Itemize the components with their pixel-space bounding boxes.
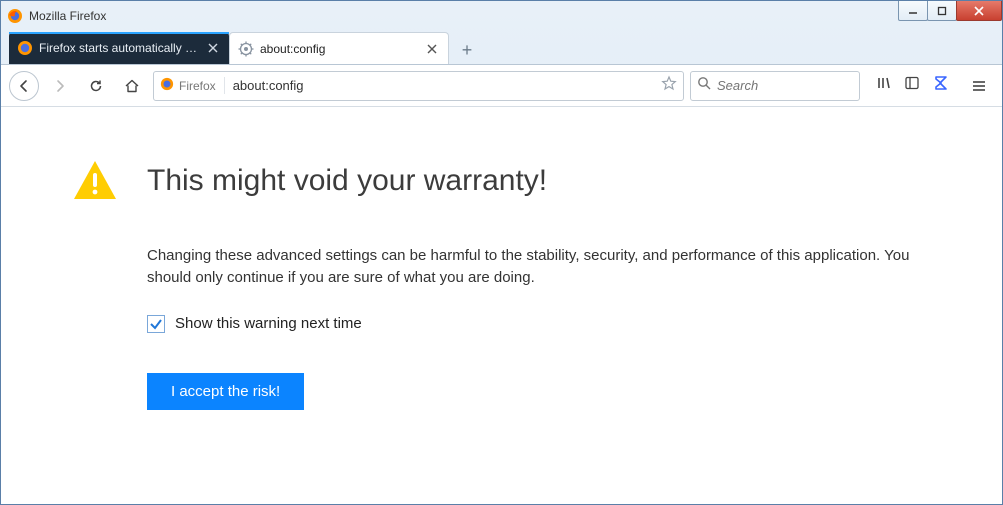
accept-risk-button[interactable]: I accept the risk! xyxy=(147,373,304,410)
toolbar-actions xyxy=(876,74,950,97)
app-menu-button[interactable] xyxy=(964,71,994,101)
firefox-app-icon xyxy=(7,8,23,24)
gear-favicon-icon xyxy=(238,41,254,57)
search-icon xyxy=(697,76,711,95)
tab-strip: Firefox starts automatically when about:… xyxy=(1,31,1002,65)
warning-triangle-icon xyxy=(71,157,119,205)
back-button[interactable] xyxy=(9,71,39,101)
url-input[interactable] xyxy=(233,78,653,93)
checkmark-icon xyxy=(149,317,163,331)
sidebar-icon[interactable] xyxy=(904,75,920,96)
warning-body-text: Changing these advanced settings can be … xyxy=(147,245,927,289)
window-title: Mozilla Firefox xyxy=(29,9,106,23)
firefox-window: Mozilla Firefox Firefox starts automatic… xyxy=(0,0,1003,505)
firefox-favicon-icon xyxy=(17,40,33,56)
show-warning-checkbox[interactable]: Show this warning next time xyxy=(147,315,927,333)
site-identity[interactable]: Firefox xyxy=(160,77,225,94)
library-icon[interactable] xyxy=(876,75,892,96)
new-tab-button[interactable]: + xyxy=(453,36,481,64)
identity-label: Firefox xyxy=(179,79,216,93)
tab-close-icon[interactable] xyxy=(424,41,440,57)
window-titlebar: Mozilla Firefox xyxy=(1,1,1002,31)
window-controls xyxy=(899,1,1002,21)
arrow-left-icon xyxy=(16,78,32,94)
search-input[interactable] xyxy=(717,78,895,93)
checkbox-label: Show this warning next time xyxy=(175,315,362,332)
reload-icon xyxy=(88,78,104,94)
tab-active[interactable]: about:config xyxy=(229,32,449,64)
home-button[interactable] xyxy=(117,71,147,101)
warning-heading: This might void your warranty! xyxy=(147,164,547,198)
sigma-extension-icon[interactable] xyxy=(932,74,950,97)
window-minimize-button[interactable] xyxy=(898,1,928,21)
reload-button[interactable] xyxy=(81,71,111,101)
url-bar[interactable]: Firefox xyxy=(153,71,684,101)
tab-background[interactable]: Firefox starts automatically when xyxy=(9,32,229,64)
window-maximize-button[interactable] xyxy=(927,1,957,21)
tab-close-icon[interactable] xyxy=(205,40,221,56)
checkbox-box xyxy=(147,315,165,333)
bookmark-star-icon[interactable] xyxy=(661,75,677,96)
hamburger-icon xyxy=(971,78,987,94)
tab-label: Firefox starts automatically when xyxy=(39,41,199,55)
home-icon xyxy=(124,78,140,94)
navigation-toolbar: Firefox xyxy=(1,65,1002,107)
page-content: This might void your warranty! Changing … xyxy=(1,107,1002,504)
about-config-warning: This might void your warranty! Changing … xyxy=(1,107,1002,460)
forward-button[interactable] xyxy=(45,71,75,101)
window-close-button[interactable] xyxy=(956,1,1002,21)
tab-label: about:config xyxy=(260,42,418,56)
plus-icon: + xyxy=(462,40,473,61)
firefox-identity-icon xyxy=(160,77,174,94)
search-bar[interactable] xyxy=(690,71,860,101)
arrow-right-icon xyxy=(52,78,68,94)
